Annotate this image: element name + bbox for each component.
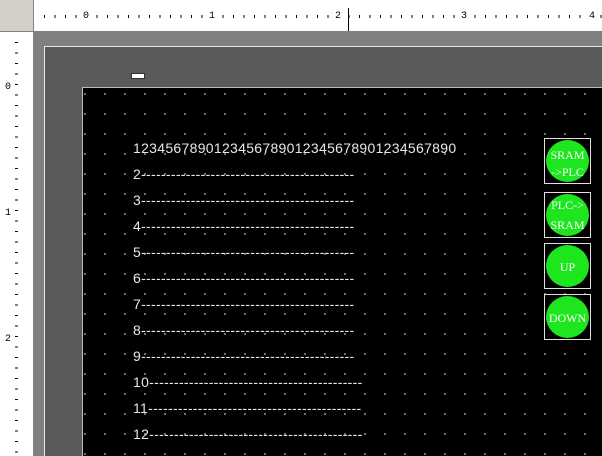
ruler-cursor-marker <box>348 8 349 31</box>
vruler-label-2: 2 <box>5 334 12 345</box>
text-line-8[interactable]: 8---------------------------------------… <box>133 322 354 338</box>
ruler-corner <box>0 0 34 32</box>
down-button-label: DOWN <box>548 311 587 325</box>
horizontal-ruler: 0 1 2 3 4 <box>34 0 602 32</box>
text-line-6[interactable]: 6---------------------------------------… <box>133 270 354 286</box>
plc-to-sram-button[interactable]: PLC-> SRAM <box>544 192 591 238</box>
up-button-label: UP <box>559 260 576 274</box>
text-line-11[interactable]: 11--------------------------------------… <box>133 400 362 416</box>
hruler-label-2: 2 <box>333 11 343 22</box>
hruler-label-4: 4 <box>587 11 597 22</box>
editor-workspace[interactable]: 1234567890123456789012345678901234567890… <box>34 32 602 456</box>
text-line-4[interactable]: 4---------------------------------------… <box>133 218 354 234</box>
text-line-2[interactable]: 2---------------------------------------… <box>133 166 354 182</box>
up-button[interactable]: UP <box>544 243 591 289</box>
sram-to-plc-button[interactable]: SRAM ->PLC <box>544 138 591 184</box>
vruler-label-0: 0 <box>5 82 12 93</box>
plc-to-sram-label-2: SRAM <box>550 218 585 232</box>
horizontal-ruler-ticks <box>44 15 602 18</box>
text-line-7[interactable]: 7---------------------------------------… <box>133 296 354 312</box>
page-handle[interactable] <box>131 73 145 79</box>
text-line-9[interactable]: 9---------------------------------------… <box>133 348 354 364</box>
text-line-1[interactable]: 1234567890123456789012345678901234567890 <box>133 140 456 156</box>
hruler-label-3: 3 <box>459 11 469 22</box>
text-line-3[interactable]: 3---------------------------------------… <box>133 192 354 208</box>
vertical-ruler: 0 1 2 <box>0 32 34 456</box>
text-line-12[interactable]: 12--------------------------------------… <box>133 426 363 442</box>
hruler-label-0: 0 <box>81 11 91 22</box>
screen-canvas[interactable]: 1234567890123456789012345678901234567890… <box>82 87 602 456</box>
sram-to-plc-label-2: ->PLC <box>551 165 584 179</box>
hruler-label-1: 1 <box>207 11 217 22</box>
sram-to-plc-label-1: SRAM <box>550 148 585 162</box>
plc-to-sram-label-1: PLC-> <box>551 198 584 212</box>
down-button[interactable]: DOWN <box>544 294 591 340</box>
text-line-5[interactable]: 5---------------------------------------… <box>133 244 354 260</box>
vruler-label-1: 1 <box>5 208 12 219</box>
vertical-ruler-ticks <box>15 42 18 453</box>
text-line-10[interactable]: 10--------------------------------------… <box>133 374 363 390</box>
